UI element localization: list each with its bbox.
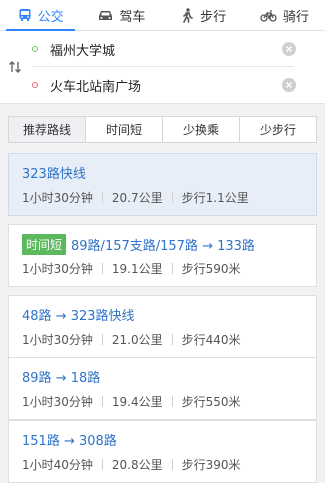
route-title: 89路 → 18路 [22,371,101,386]
tab-bus[interactable]: 公交 [0,0,81,31]
route-result-card[interactable]: 48路 → 323路快线 1小时30分钟 21.0公里 步行440米 [8,295,317,358]
route-walk: 步行440米 [181,333,241,347]
route-title: 151路 → 308路 [22,434,117,449]
route-meta: 1小时30分钟 19.4公里 步行550米 [22,393,241,410]
route-duration: 1小时40分钟 [22,458,93,472]
divider [101,263,103,274]
bus-icon [18,8,32,22]
route-result-card[interactable]: 323路快线 1小时30分钟 20.7公里 步行1.1公里 [8,153,317,216]
tab-bike-label: 骑行 [282,9,309,25]
route-meta: 1小时40分钟 20.8公里 步行390米 [22,456,241,473]
divider [171,396,173,407]
clear-start-icon[interactable] [282,42,296,56]
transport-mode-tabs: 公交 驾车 步行 骑行 [0,0,325,31]
divider [171,192,173,203]
tab-car[interactable]: 驾车 [81,0,162,30]
fastest-tag: 时间短 [22,234,67,255]
bike-icon [260,9,277,22]
route-walk: 步行590米 [181,262,241,276]
route-walk: 步行550米 [181,395,241,409]
start-dot-icon [32,46,38,52]
divider [101,192,103,203]
route-title: 323路快线 [22,167,86,182]
end-value: 火车北站南广场 [50,79,142,95]
route-input-panel: 福州大学城 火车北站南广场 [0,31,325,104]
route-distance: 20.7公里 [111,191,163,205]
start-field[interactable]: 福州大学城 [32,32,296,67]
end-dot-icon [32,82,38,88]
route-duration: 1小时30分钟 [22,333,93,347]
tab-bus-label: 公交 [37,9,64,25]
route-distance: 20.8公里 [111,458,163,472]
sort-shortest-time[interactable]: 时间短 [85,117,162,142]
route-distance: 19.1公里 [111,262,163,276]
route-distance: 21.0公里 [111,333,163,347]
tab-walk-label: 步行 [200,9,227,25]
sort-less-walking[interactable]: 少步行 [239,117,316,142]
tab-car-label: 驾车 [119,9,146,25]
route-distance: 19.4公里 [111,395,163,409]
route-meta: 1小时30分钟 20.7公里 步行1.1公里 [22,189,249,206]
clear-end-icon[interactable] [282,78,296,92]
divider [101,459,103,470]
sort-recommended[interactable]: 推荐路线 [9,117,85,142]
route-duration: 1小时30分钟 [22,262,93,276]
route-duration: 1小时30分钟 [22,395,93,409]
sort-options: 推荐路线 时间短 少换乘 少步行 [8,116,317,143]
route-result-card[interactable]: 89路 → 18路 1小时30分钟 19.4公里 步行550米 [8,357,317,420]
divider [171,263,173,274]
walk-icon [180,7,194,23]
sort-fewer-transfers[interactable]: 少换乘 [162,117,239,142]
route-meta: 1小时30分钟 21.0公里 步行440米 [22,331,241,348]
route-title: 48路 → 323路快线 [22,309,135,324]
divider [101,396,103,407]
end-field[interactable]: 火车北站南广场 [32,68,296,102]
divider [171,334,173,345]
car-icon [98,9,113,22]
route-result-card[interactable]: 151路 → 308路 1小时40分钟 20.8公里 步行390米 [8,420,317,483]
route-meta: 1小时30分钟 19.1公里 步行590米 [22,260,241,277]
tab-walk[interactable]: 步行 [163,0,244,30]
tab-bike[interactable]: 骑行 [244,0,325,30]
divider [171,459,173,470]
divider [101,334,103,345]
route-duration: 1小时30分钟 [22,191,93,205]
swap-direction-icon[interactable] [6,58,24,76]
route-title: 时间短 89路/157支路/157路 → 133路 [22,234,255,255]
route-result-card[interactable]: 时间短 89路/157支路/157路 → 133路 1小时30分钟 19.1公里… [8,224,317,287]
start-value: 福州大学城 [50,43,116,59]
route-walk: 步行1.1公里 [181,191,249,205]
route-walk: 步行390米 [181,458,241,472]
